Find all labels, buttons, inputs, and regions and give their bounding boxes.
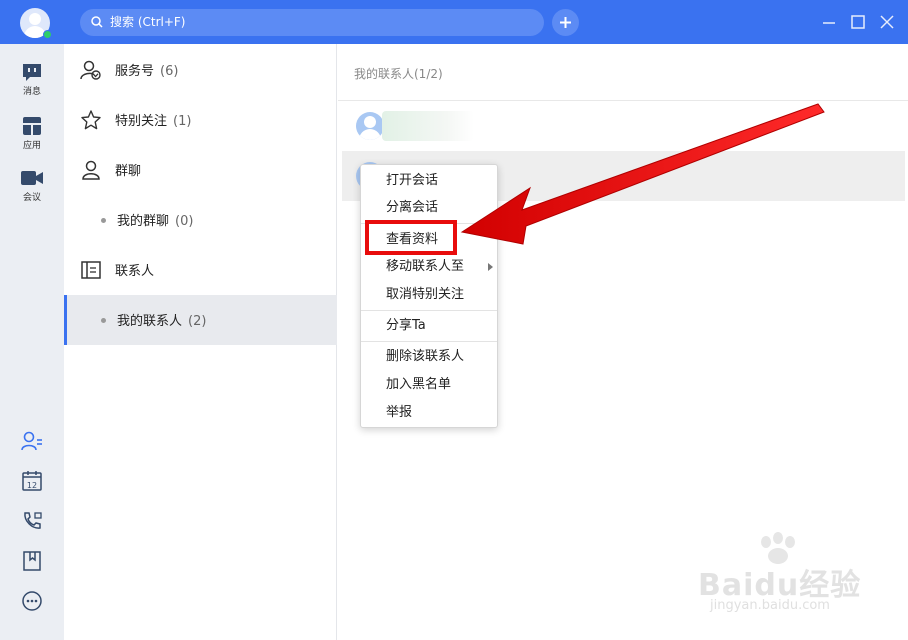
nav-meeting-label: 会议: [22, 193, 41, 203]
category-count: (1): [173, 114, 192, 129]
nav-apps[interactable]: 应用: [0, 116, 64, 151]
bookmark-icon: [23, 551, 41, 571]
subcategory-my-groups[interactable]: 我的群聊 (0): [64, 195, 337, 245]
maximize-button[interactable]: [848, 12, 868, 32]
category-label: 群聊: [115, 164, 142, 179]
star-icon: [81, 110, 101, 130]
category-label: 服务号: [115, 64, 155, 79]
close-icon: [880, 15, 894, 29]
contact-avatar: [356, 112, 384, 140]
left-nav: 消息 应用 会议 12: [0, 44, 64, 640]
nav-calendar[interactable]: 12: [0, 470, 64, 492]
contact-row[interactable]: [342, 101, 905, 151]
menu-separator: [361, 341, 497, 342]
menu-add-blacklist[interactable]: 加入黑名单: [361, 371, 497, 398]
nav-contacts[interactable]: [0, 430, 64, 452]
category-special-follow[interactable]: 特别关注 (1): [64, 95, 337, 145]
menu-unfollow[interactable]: 取消特别关注: [361, 281, 497, 308]
menu-move-contact[interactable]: 移动联系人至: [361, 253, 497, 280]
category-group-chats[interactable]: 群聊: [64, 145, 337, 195]
video-meeting-icon: [21, 171, 43, 185]
watermark: Baidu经验 jingyan.baidu.com: [690, 532, 900, 632]
nav-more[interactable]: [0, 590, 64, 612]
plus-icon: [560, 17, 571, 28]
contacts-category-panel: 服务号 (6) 特别关注 (1) 群聊 我的群聊 (0) 联系人 我的联系人 (2): [64, 44, 337, 640]
context-menu: 打开会话 分离会话 查看资料 移动联系人至 取消特别关注 分享Ta 删除该联系人…: [360, 164, 498, 428]
menu-share[interactable]: 分享Ta: [361, 312, 497, 339]
category-count: (0): [175, 214, 194, 229]
category-label: 联系人: [115, 264, 155, 279]
active-indicator: [64, 295, 67, 345]
apps-icon: [23, 117, 41, 135]
bullet-dot: [101, 218, 106, 223]
minimize-button[interactable]: [819, 12, 839, 32]
nav-bookmarks[interactable]: [0, 550, 64, 572]
category-label: 特别关注: [115, 114, 168, 129]
nav-messages-label: 消息: [22, 87, 41, 97]
menu-separator: [361, 310, 497, 311]
message-icon: [23, 64, 41, 81]
menu-detach-chat[interactable]: 分离会话: [361, 194, 497, 221]
search-input[interactable]: 搜索 (Ctrl+F): [80, 9, 544, 36]
contact-list-header: 我的联系人(1/2): [338, 44, 908, 101]
menu-report[interactable]: 举报: [361, 399, 497, 426]
nav-apps-label: 应用: [22, 141, 41, 151]
watermark-url: jingyan.baidu.com: [710, 598, 830, 613]
submenu-arrow-icon: [488, 263, 493, 271]
nav-messages[interactable]: 消息: [0, 62, 64, 97]
more-icon: [22, 591, 42, 611]
menu-delete-contact[interactable]: 删除该联系人: [361, 343, 497, 370]
calendar-day: 12: [27, 481, 37, 490]
calendar-icon: 12: [22, 471, 42, 491]
title-bar: 搜索 (Ctrl+F): [0, 0, 908, 44]
maximize-icon: [851, 15, 865, 29]
category-count: (6): [160, 64, 179, 79]
menu-move-contact-label: 移动联系人至: [386, 259, 465, 274]
phone-icon: [24, 512, 42, 529]
menu-open-chat[interactable]: 打开会话: [361, 167, 497, 194]
category-contacts[interactable]: 联系人: [64, 245, 337, 295]
close-button[interactable]: [877, 12, 897, 32]
search-icon: [91, 16, 103, 28]
highlight-box: [365, 220, 457, 255]
category-count: (2): [188, 314, 207, 329]
category-label: 我的群聊: [117, 214, 170, 229]
category-label: 我的联系人: [117, 314, 183, 329]
subcategory-my-contacts[interactable]: 我的联系人 (2): [64, 295, 337, 345]
category-service-accounts[interactable]: 服务号 (6): [64, 45, 337, 95]
service-account-icon: [80, 60, 101, 80]
group-chat-icon: [82, 160, 100, 180]
online-status-icon: [43, 30, 52, 39]
search-placeholder: 搜索 (Ctrl+F): [110, 15, 186, 29]
contacts-icon: [21, 431, 42, 451]
address-book-icon: [81, 261, 101, 279]
minimize-icon: [823, 22, 835, 24]
nav-meeting[interactable]: 会议: [0, 168, 64, 203]
add-button[interactable]: [552, 9, 579, 36]
nav-phone[interactable]: [0, 510, 64, 532]
contact-list-title: 我的联系人(1/2): [354, 67, 443, 81]
bullet-dot: [101, 318, 106, 323]
contact-name-blurred: [382, 111, 474, 141]
